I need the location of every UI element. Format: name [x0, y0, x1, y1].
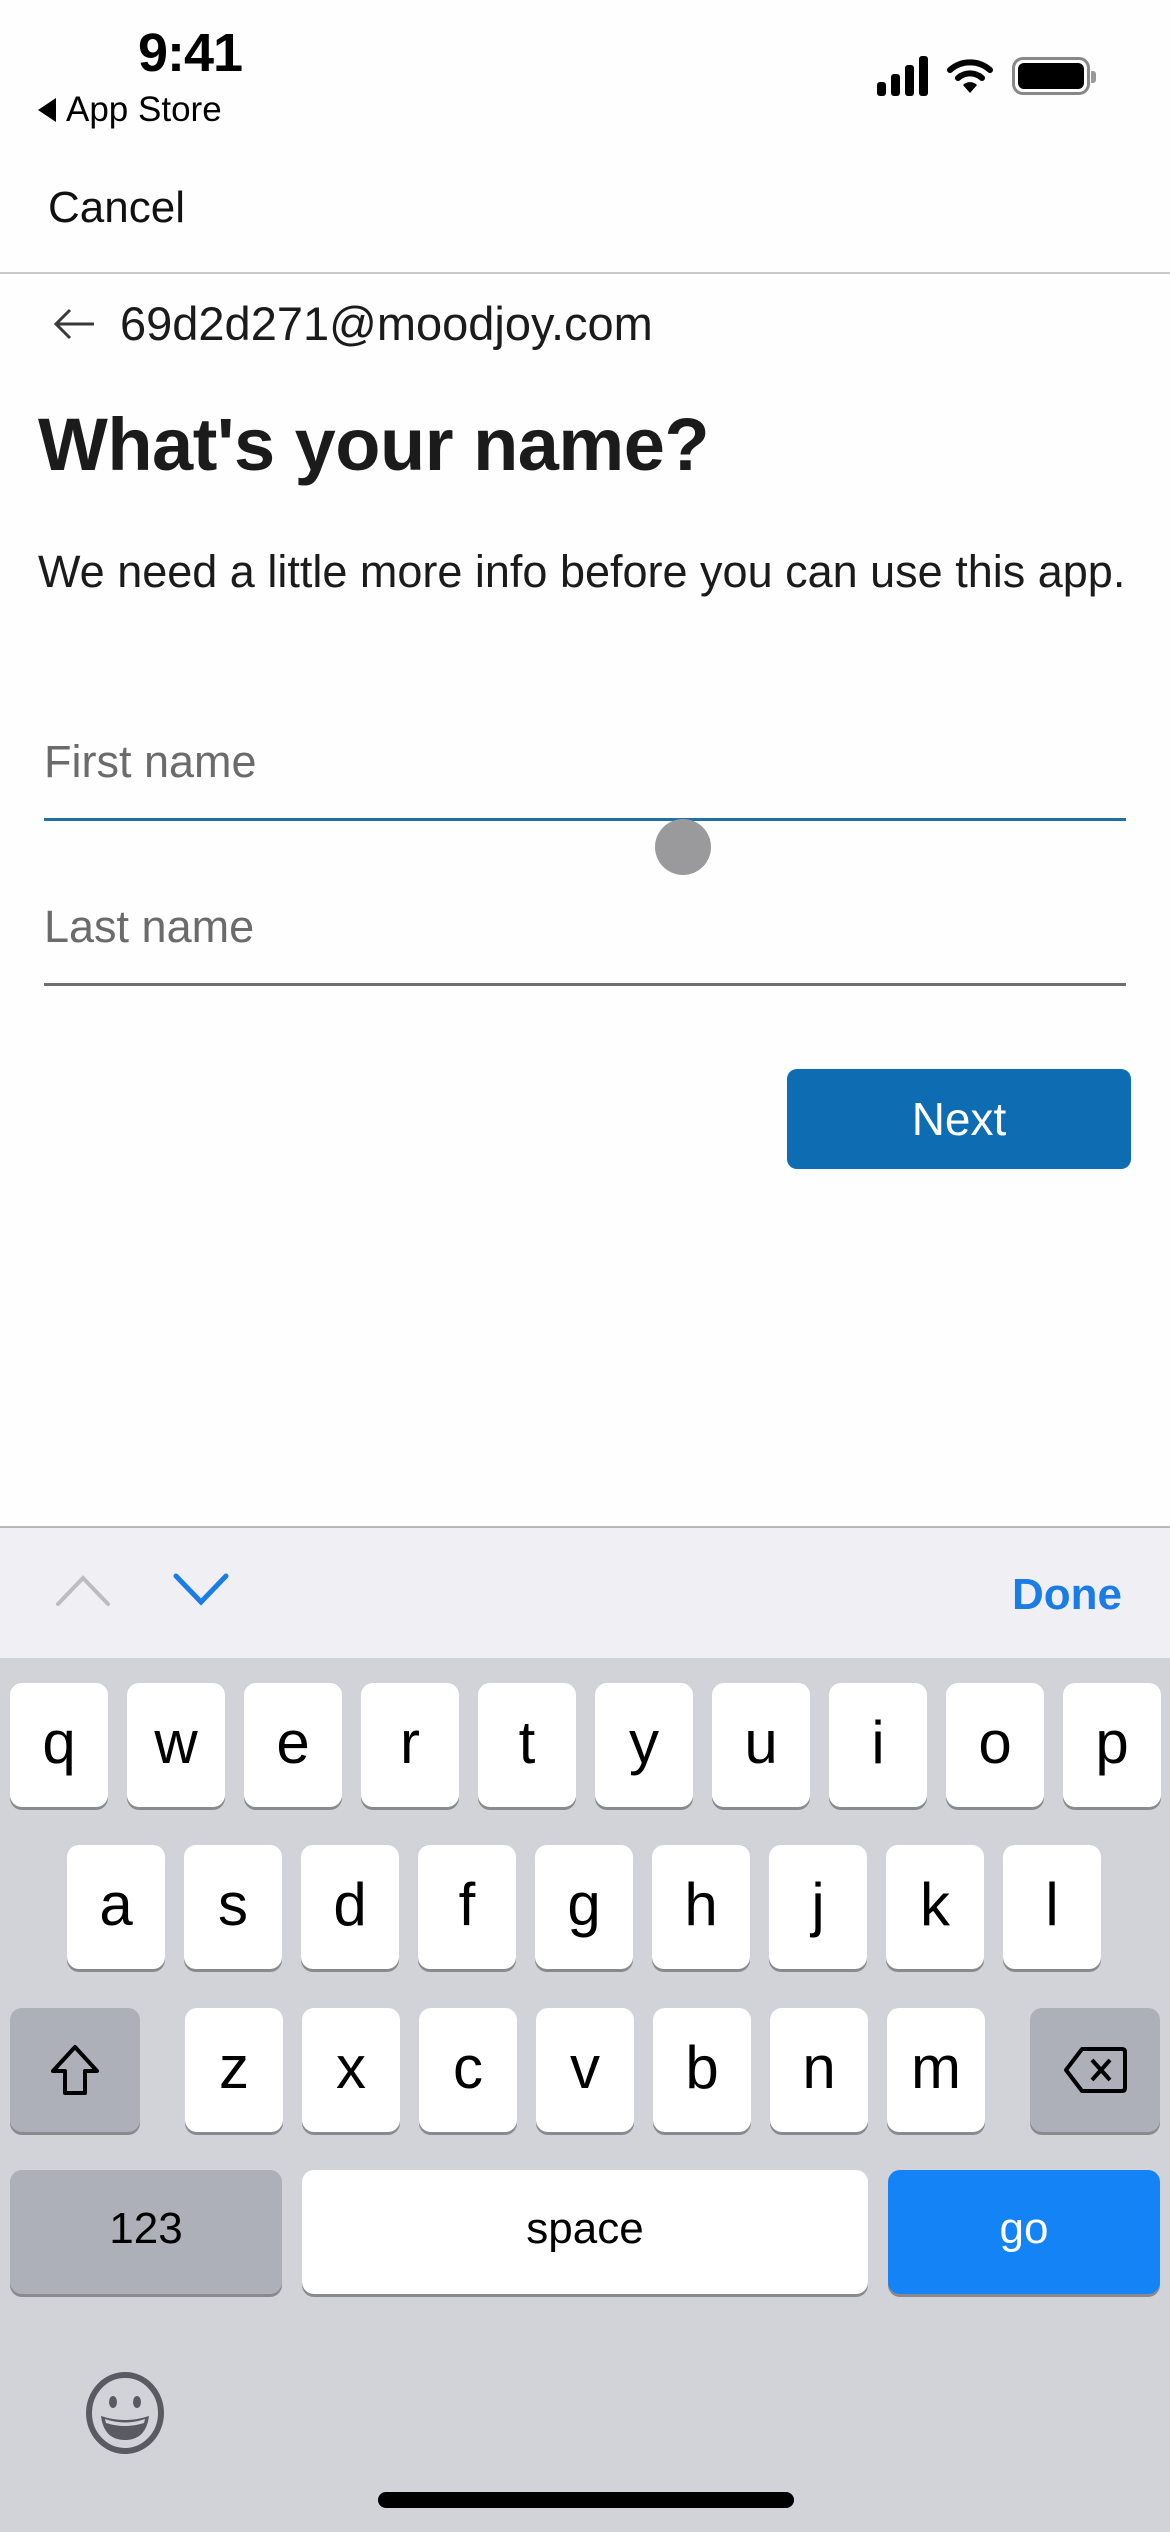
key-o[interactable]: o — [946, 1683, 1044, 1807]
delete-backspace-icon — [1064, 2047, 1127, 2093]
keyboard-accessory-bar: Done — [0, 1526, 1170, 1658]
numbers-key[interactable]: 123 — [10, 2170, 282, 2294]
back-to-app-store[interactable]: App Store — [38, 90, 222, 130]
done-button[interactable]: Done — [1012, 1570, 1122, 1620]
keyboard: q w e r t y u i o p a s d f g h j k l z x c v b n m 123 space g… — [0, 1658, 1170, 2532]
key-f[interactable]: f — [418, 1845, 516, 1969]
key-a[interactable]: a — [67, 1845, 165, 1969]
key-g[interactable]: g — [535, 1845, 633, 1969]
key-e[interactable]: e — [244, 1683, 342, 1807]
key-j[interactable]: j — [769, 1845, 867, 1969]
key-n[interactable]: n — [770, 2008, 868, 2132]
account-email: 69d2d271@moodjoy.com — [120, 297, 653, 350]
key-t[interactable]: t — [478, 1683, 576, 1807]
page-description: We need a little more info before you ca… — [38, 546, 1126, 597]
back-app-label: App Store — [66, 90, 222, 129]
key-k[interactable]: k — [886, 1845, 984, 1969]
chevron-up-icon[interactable] — [54, 1572, 112, 1608]
key-label: i — [871, 1708, 885, 1776]
key-label: s — [218, 1870, 248, 1938]
key-x[interactable]: x — [302, 2008, 400, 2132]
key-i[interactable]: i — [829, 1683, 927, 1807]
page-title: What's your name? — [38, 403, 710, 486]
key-label: r — [400, 1708, 420, 1776]
emoji-icon[interactable] — [84, 2372, 166, 2454]
key-label: p — [1095, 1708, 1129, 1776]
key-label: x — [336, 2033, 366, 2101]
key-label: o — [978, 1708, 1012, 1776]
home-indicator[interactable] — [378, 2492, 794, 2508]
key-label: t — [518, 1708, 536, 1776]
shift-icon — [51, 2045, 99, 2095]
key-d[interactable]: d — [301, 1845, 399, 1969]
last-name-underline — [44, 983, 1126, 986]
key-label: b — [685, 2033, 719, 2101]
key-label: m — [911, 2033, 961, 2101]
shift-key[interactable] — [10, 2008, 140, 2132]
numbers-key-label: 123 — [109, 2204, 183, 2253]
key-c[interactable]: c — [419, 2008, 517, 2132]
key-label: w — [154, 1708, 198, 1776]
status-icons — [877, 56, 1096, 96]
key-y[interactable]: y — [595, 1683, 693, 1807]
key-label: h — [684, 1870, 718, 1938]
touch-indicator — [655, 819, 711, 875]
key-label: k — [920, 1870, 950, 1938]
key-label: c — [453, 2033, 483, 2101]
battery-icon — [1012, 57, 1096, 95]
space-key[interactable]: space — [302, 2170, 868, 2294]
account-row: 69d2d271@moodjoy.com — [50, 296, 653, 351]
go-key-label: go — [999, 2204, 1049, 2253]
key-label: y — [629, 1708, 659, 1776]
chevron-down-icon[interactable] — [172, 1572, 230, 1608]
key-m[interactable]: m — [887, 2008, 985, 2132]
go-key[interactable]: go — [888, 2170, 1160, 2294]
cancel-button[interactable]: Cancel — [48, 183, 185, 233]
first-name-placeholder: First name — [44, 736, 257, 787]
key-u[interactable]: u — [712, 1683, 810, 1807]
last-name-field[interactable]: Last name — [44, 895, 1126, 995]
cellular-signal-icon — [877, 56, 928, 96]
key-p[interactable]: p — [1063, 1683, 1161, 1807]
status-time: 9:41 — [138, 23, 243, 83]
first-name-field[interactable]: First name — [44, 730, 1126, 830]
next-button[interactable]: Next — [787, 1069, 1131, 1169]
arrow-left-icon[interactable] — [50, 304, 98, 344]
key-label: l — [1045, 1870, 1059, 1938]
nav-divider — [0, 272, 1170, 274]
space-key-label: space — [526, 2204, 644, 2253]
key-s[interactable]: s — [184, 1845, 282, 1969]
key-label: v — [570, 2033, 600, 2101]
key-label: d — [333, 1870, 367, 1938]
key-w[interactable]: w — [127, 1683, 225, 1807]
key-h[interactable]: h — [652, 1845, 750, 1969]
key-v[interactable]: v — [536, 2008, 634, 2132]
key-label: q — [42, 1708, 76, 1776]
key-label: z — [219, 2033, 249, 2101]
wifi-icon — [947, 59, 993, 93]
first-name-underline — [44, 818, 1126, 821]
key-l[interactable]: l — [1003, 1845, 1101, 1969]
back-triangle-icon — [38, 98, 56, 122]
key-r[interactable]: r — [361, 1683, 459, 1807]
key-b[interactable]: b — [653, 2008, 751, 2132]
last-name-placeholder: Last name — [44, 901, 255, 952]
key-label: e — [276, 1708, 310, 1776]
key-label: j — [811, 1870, 825, 1938]
key-z[interactable]: z — [185, 2008, 283, 2132]
key-q[interactable]: q — [10, 1683, 108, 1807]
delete-key[interactable] — [1030, 2008, 1160, 2132]
key-label: u — [744, 1708, 778, 1776]
key-label: n — [802, 2033, 836, 2101]
key-label: f — [458, 1870, 476, 1938]
key-label: g — [567, 1870, 601, 1938]
key-label: a — [99, 1870, 133, 1938]
